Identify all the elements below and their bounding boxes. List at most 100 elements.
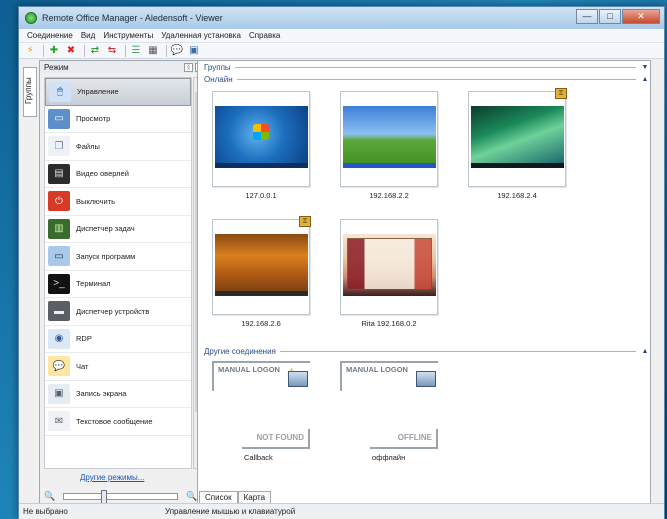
host-name: Rita 192.168.0.2 [361, 319, 417, 328]
host-card[interactable]: Rita 192.168.0.2 [340, 219, 438, 328]
host-thumbnail[interactable]: ⚿ [468, 88, 567, 187]
mode-item-terminal[interactable]: >_ Терминал [45, 271, 191, 298]
menu-view[interactable]: Вид [77, 31, 99, 40]
mode-item-view[interactable]: ▭ Просмотр [45, 106, 191, 133]
mode-label: Диспетчер задач [76, 224, 135, 234]
menu-bar: Соединение Вид Инструменты Удаленная уст… [19, 29, 664, 43]
mode-item-control[interactable]: 🖱 Управление [45, 78, 191, 106]
toolbar-separator [43, 44, 44, 57]
mode-item-shutdown[interactable]: ⏻ Выключить [45, 188, 191, 216]
host-thumbnail[interactable] [340, 219, 438, 315]
chevron-up-icon[interactable]: ▲ [640, 348, 650, 355]
taskbar [471, 163, 564, 168]
connection-name: оффлайн [372, 453, 406, 462]
mode-label: Чат [76, 361, 89, 371]
mode-label: RDP [76, 334, 92, 344]
menu-tools[interactable]: Инструменты [99, 31, 157, 40]
host-card[interactable]: 192.168.2.2 [340, 91, 438, 200]
zoom-slider-row: 🔍 🔍 [44, 489, 204, 504]
mode-label: Диспетчер устройств [76, 306, 150, 316]
mode-item-text-message[interactable]: ✉ Текстовое сообщение [45, 408, 191, 436]
zoom-out-icon[interactable]: 🔍 [44, 491, 55, 502]
mode-item-device-manager[interactable]: ▬ Диспетчер устройств [45, 298, 191, 326]
autumn-desktop-screen [215, 234, 308, 296]
monitor-icon: ▭ [48, 108, 70, 129]
window-controls: — □ ✕ [575, 9, 660, 24]
toolbar: ⚡ ✚ ✖ ⇄ ⇆ ☰ ▦ 💬 ▣ [19, 43, 664, 59]
toolbar-separator [84, 44, 85, 57]
chat-icon[interactable]: 💬 [170, 44, 184, 57]
host-card[interactable]: ⚿ 192.168.2.6 [212, 216, 311, 328]
files-icon: ❐ [48, 136, 70, 157]
close-button[interactable]: ✕ [622, 9, 660, 24]
film-icon: ▤ [48, 163, 70, 184]
mode-label: Видео оверлей [76, 169, 129, 179]
section-divider [279, 350, 636, 352]
mode-label: Файлы [76, 141, 100, 151]
menu-remote-install[interactable]: Удаленная установка [157, 31, 245, 40]
tab-groups[interactable]: Группы [23, 67, 37, 117]
delete-icon[interactable]: ✖ [64, 44, 78, 57]
maximize-button[interactable]: □ [599, 9, 621, 24]
mode-label: Просмотр [76, 114, 111, 124]
host-name: 192.168.2.6 [241, 319, 281, 328]
host-thumbnail[interactable] [340, 91, 438, 187]
rdp-icon: ◉ [48, 328, 70, 349]
host-name: 192.168.2.4 [497, 191, 537, 200]
zoom-slider-knob[interactable] [101, 489, 108, 504]
status-selection: Не выбрано [23, 507, 68, 516]
mode-label: Терминал [76, 279, 111, 289]
other-modes-link[interactable]: Другие режимы... [80, 473, 144, 482]
grid-view-icon[interactable]: ▦ [146, 44, 160, 57]
tab-groups-label: Группы [24, 77, 33, 104]
groups-section-header[interactable]: Группы ▼ [198, 61, 650, 73]
list-view-icon[interactable]: ☰ [129, 44, 143, 57]
section-divider [234, 66, 636, 68]
host-card[interactable]: ⚿ 192.168.2.4 [468, 88, 567, 200]
other-connection-card[interactable]: MANUAL LOGON ⚠ NOT FOUND Callback [212, 361, 310, 462]
mode-item-video-overlay[interactable]: ▤ Видео оверлей [45, 161, 191, 188]
toolbar-separator [166, 44, 167, 57]
connection-status: OFFLINE [370, 429, 438, 449]
zoom-in-icon[interactable]: 🔍 [186, 491, 197, 502]
menu-connection[interactable]: Соединение [23, 31, 77, 40]
flash-icon[interactable]: ⚡ [23, 44, 37, 57]
title-bar: Remote Office Manager - Aledensoft - Vie… [19, 7, 664, 29]
host-thumbnail[interactable]: ⚿ [212, 216, 311, 315]
mode-item-chat[interactable]: 💬 Чат [45, 353, 191, 381]
manual-logon-badge-icon: ⚿ [555, 88, 567, 99]
mode-panel-header: Режим ᛝ × [40, 61, 206, 73]
online-section-header[interactable]: Онлайн ▲ [198, 73, 650, 85]
mode-label: Запуск программ [76, 251, 136, 261]
mode-label: Выключить [76, 196, 116, 206]
screen-icon[interactable]: ▣ [187, 44, 201, 57]
task-manager-icon: ▥ [48, 218, 70, 239]
host-card[interactable]: 127.0.0.1 [212, 91, 310, 200]
mode-item-run-programs[interactable]: ▭ Запуск программ [45, 243, 191, 271]
toolbar-separator [125, 44, 126, 57]
chevron-up-icon[interactable]: ▲ [640, 76, 650, 83]
chevron-down-icon[interactable]: ▼ [640, 64, 650, 71]
zoom-slider[interactable] [63, 489, 179, 504]
mode-label: Запись экрана [76, 389, 127, 399]
online-hosts-grid: 127.0.0.1 192.168.2.2 ⚿ 192.168.2.4 ⚿ 19… [212, 88, 632, 341]
status-bar: Не выбрано Управление мышью и клавиатуро… [19, 503, 664, 519]
refresh2-icon[interactable]: ⇆ [105, 44, 119, 57]
menu-help[interactable]: Справка [245, 31, 284, 40]
refresh-icon[interactable]: ⇄ [88, 44, 102, 57]
other-connection-card[interactable]: MANUAL LOGON OFFLINE оффлайн [340, 361, 438, 462]
mode-item-screen-record[interactable]: ▣ Запись экрана [45, 381, 191, 408]
host-name: 127.0.0.1 [245, 191, 277, 200]
mode-item-task-manager[interactable]: ▥ Диспетчер задач [45, 216, 191, 243]
add-icon[interactable]: ✚ [47, 44, 61, 57]
mode-item-files[interactable]: ❐ Файлы [45, 133, 191, 161]
pin-icon[interactable]: ᛝ [184, 62, 193, 72]
minimize-button[interactable]: — [576, 9, 598, 24]
other-section-header[interactable]: Другие соединения ▲ [198, 345, 650, 357]
mode-item-rdp[interactable]: ◉ RDP [45, 326, 191, 353]
power-icon: ⏻ [48, 191, 70, 212]
host-thumbnail[interactable] [212, 91, 310, 187]
mode-label: Текстовое сообщение [76, 416, 153, 426]
computer-icon [288, 371, 308, 387]
status-mode: Управление мышью и клавиатурой [165, 507, 296, 516]
